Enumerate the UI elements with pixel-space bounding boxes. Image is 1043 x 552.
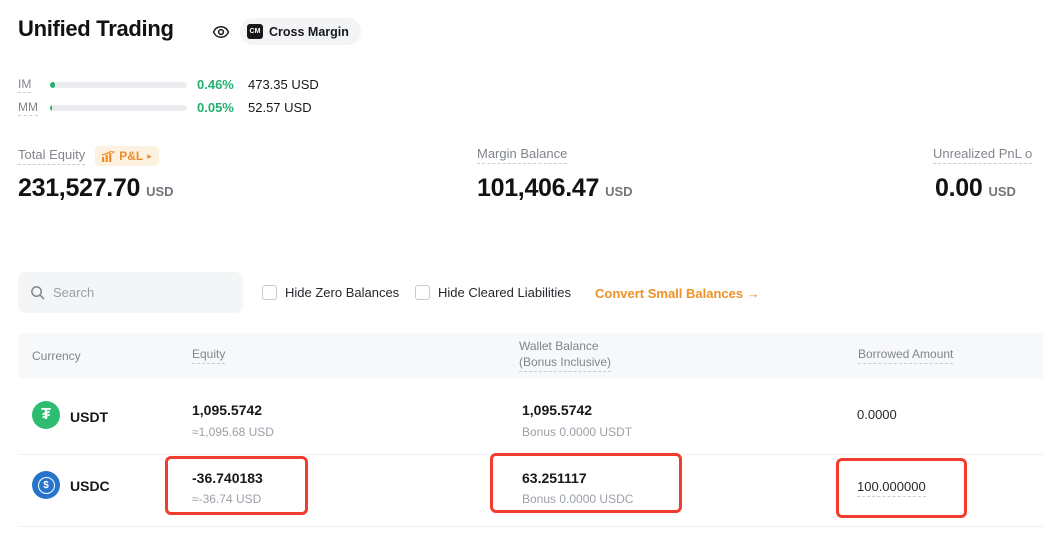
usdt-symbol: USDT bbox=[70, 409, 108, 425]
column-header-borrowed-amount[interactable]: Borrowed Amount bbox=[858, 347, 953, 364]
search-icon bbox=[30, 285, 45, 300]
unified-trading-panel: Unified Trading CM Cross Margin IM 0.46%… bbox=[0, 0, 1043, 552]
pnl-label: P&L bbox=[119, 149, 143, 163]
convert-small-balances-link[interactable]: Convert Small Balances → bbox=[595, 286, 760, 301]
hide-cleared-liabilities-checkbox[interactable]: Hide Cleared Liabilities bbox=[415, 285, 571, 300]
im-label[interactable]: IM bbox=[18, 77, 31, 93]
usdc-equity: -36.740183 bbox=[192, 470, 263, 486]
margin-balance-value: 101,406.47 bbox=[477, 174, 599, 202]
usdc-wallet-bonus: Bonus 0.0000 USDC bbox=[522, 492, 633, 506]
search-box[interactable] bbox=[18, 272, 243, 313]
margin-balance-label[interactable]: Margin Balance bbox=[477, 146, 567, 164]
eye-icon[interactable] bbox=[211, 23, 231, 41]
wallet-balance-line2: (Bonus Inclusive) bbox=[519, 355, 611, 372]
mm-percent: 0.05% bbox=[197, 100, 234, 115]
column-header-wallet-balance[interactable]: Wallet Balance (Bonus Inclusive) bbox=[519, 339, 611, 372]
total-equity-unit: USD bbox=[146, 184, 173, 199]
usdc-icon: $ bbox=[32, 471, 60, 499]
pnl-button[interactable]: P&L ▸ bbox=[95, 146, 159, 166]
margin-mode-badge[interactable]: CM Cross Margin bbox=[240, 18, 361, 45]
usdc-symbol: USDC bbox=[70, 478, 110, 494]
im-value: 473.35 USD bbox=[248, 77, 319, 92]
page-title: Unified Trading bbox=[18, 16, 174, 42]
checkbox-icon[interactable] bbox=[415, 285, 430, 300]
column-header-currency: Currency bbox=[32, 349, 81, 363]
search-input[interactable] bbox=[53, 285, 223, 300]
hide-cleared-liabilities-label: Hide Cleared Liabilities bbox=[438, 285, 571, 300]
wallet-balance-line1: Wallet Balance bbox=[519, 339, 611, 353]
caret-right-icon: ▸ bbox=[147, 151, 152, 162]
mm-label[interactable]: MM bbox=[18, 100, 38, 116]
pnl-chart-icon bbox=[102, 151, 115, 162]
mm-progress-bar bbox=[50, 105, 187, 111]
im-progress-bar bbox=[50, 82, 187, 88]
cross-margin-icon: CM bbox=[247, 24, 263, 39]
total-equity-value: 231,527.70 bbox=[18, 174, 140, 202]
row-divider bbox=[18, 526, 1043, 527]
mm-progress-fill bbox=[50, 105, 52, 111]
mm-value: 52.57 USD bbox=[248, 100, 312, 115]
unrealized-pnl-unit: USD bbox=[988, 184, 1015, 199]
usdt-borrowed-amount: 0.0000 bbox=[857, 407, 897, 422]
im-progress-fill bbox=[50, 82, 55, 88]
usdt-equity: 1,095.5742 bbox=[192, 402, 262, 418]
checkbox-icon[interactable] bbox=[262, 285, 277, 300]
unrealized-pnl-label[interactable]: Unrealized PnL o bbox=[933, 146, 1032, 164]
row-divider bbox=[18, 454, 1043, 455]
usdc-borrowed-amount[interactable]: 100.000000 bbox=[857, 479, 926, 497]
margin-mode-label: Cross Margin bbox=[269, 25, 349, 39]
total-equity-label[interactable]: Total Equity bbox=[18, 147, 85, 165]
usdt-icon: ₮ bbox=[32, 401, 60, 429]
unrealized-pnl-value: 0.00 bbox=[935, 174, 982, 202]
column-header-equity[interactable]: Equity bbox=[192, 347, 225, 364]
im-percent: 0.46% bbox=[197, 77, 234, 92]
usdt-wallet-bonus: Bonus 0.0000 USDT bbox=[522, 425, 632, 439]
usdt-equity-usd: ≈1,095.68 USD bbox=[192, 425, 274, 439]
usdc-dollar-glyph: $ bbox=[38, 477, 55, 494]
usdt-wallet-balance: 1,095.5742 bbox=[522, 402, 592, 418]
margin-balance-unit: USD bbox=[605, 184, 632, 199]
usdc-wallet-balance: 63.251117 bbox=[522, 470, 587, 486]
hide-zero-balances-label: Hide Zero Balances bbox=[285, 285, 399, 300]
usdc-equity-usd: ≈-36.74 USD bbox=[192, 492, 261, 506]
hide-zero-balances-checkbox[interactable]: Hide Zero Balances bbox=[262, 285, 399, 300]
